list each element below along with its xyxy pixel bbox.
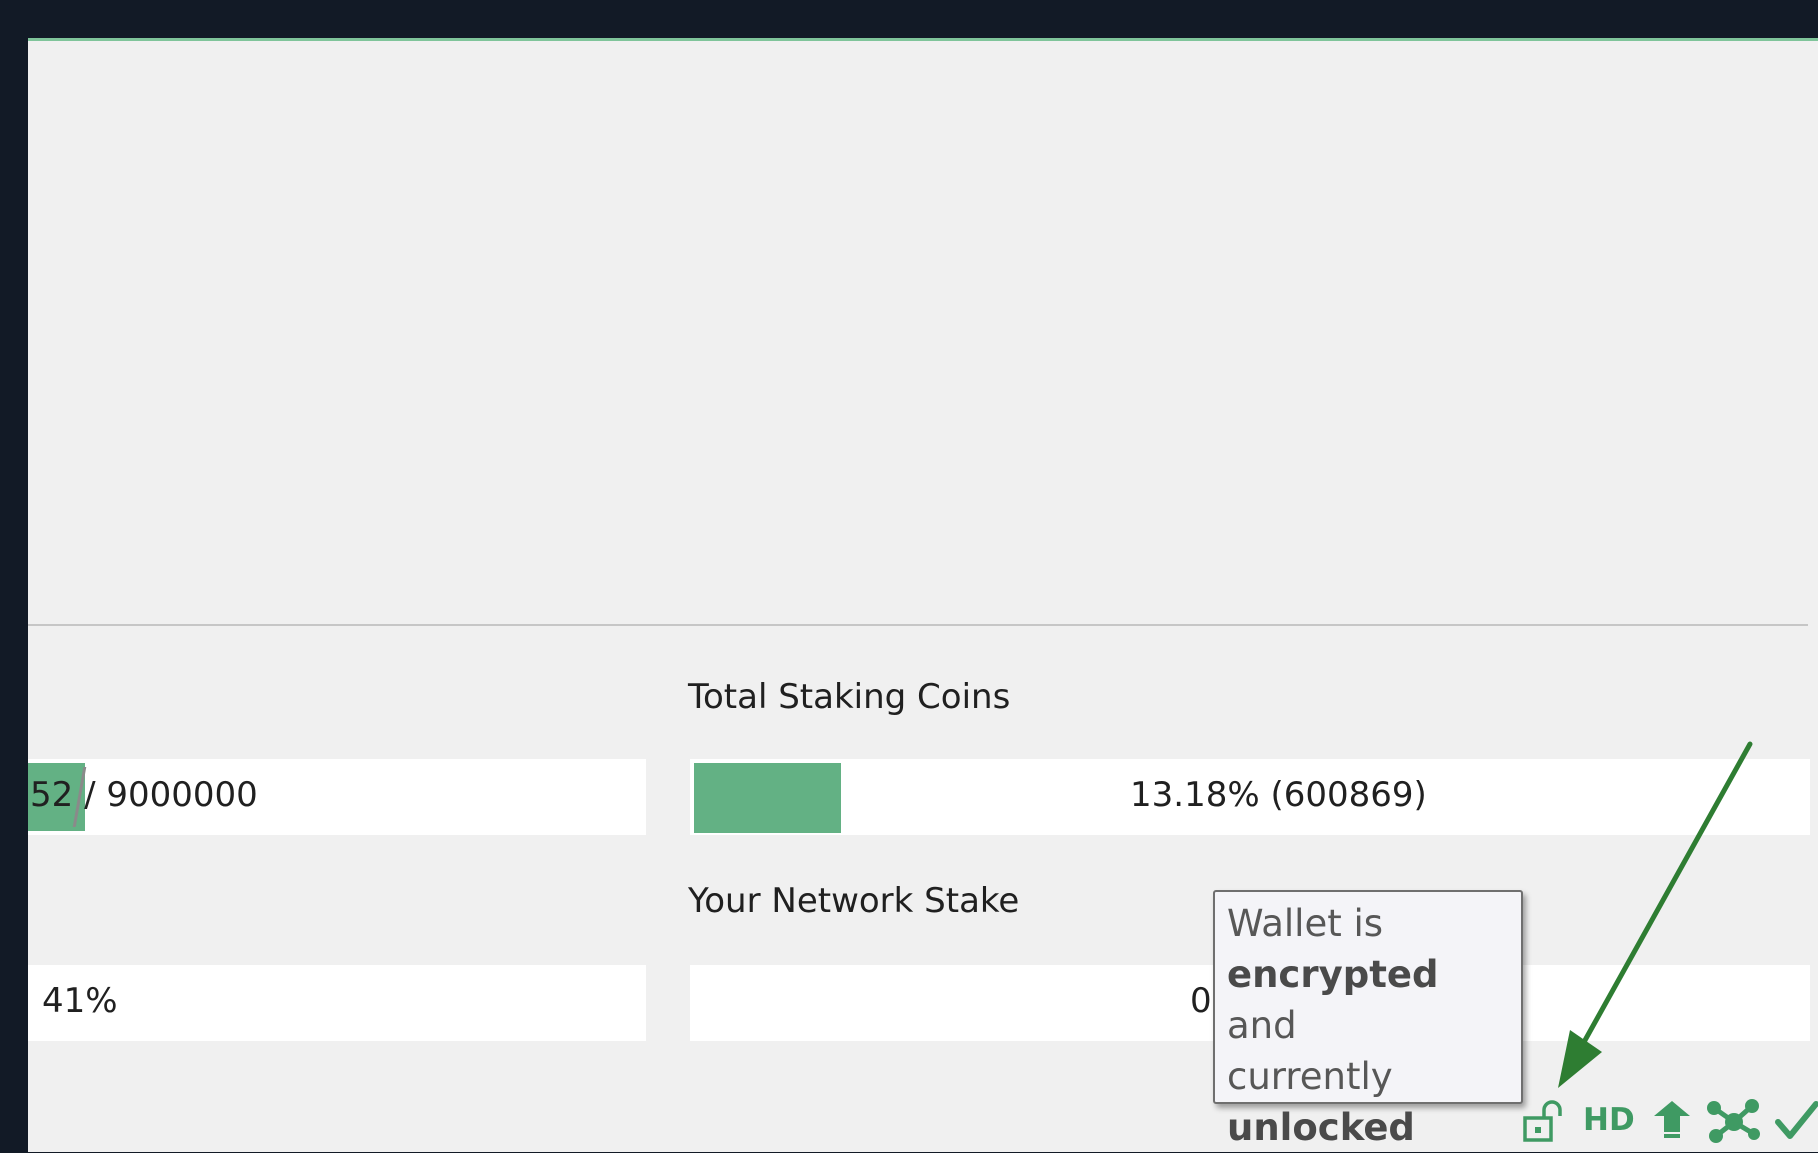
network-icon[interactable]	[1704, 1096, 1762, 1146]
total-staking-coins-label: Total Staking Coins	[688, 677, 1011, 717]
top-dark-frame	[0, 0, 1818, 40]
annotation-arrow	[1558, 741, 1753, 1088]
tooltip-line-1: Wallet is	[1227, 902, 1384, 945]
left-dark-frame	[0, 0, 28, 1152]
synced-check-icon[interactable]	[1774, 1098, 1818, 1144]
supply-progress-text: 52 / 9000000	[30, 775, 258, 815]
unlocked-padlock-icon[interactable]	[1522, 1100, 1564, 1144]
wallet-status-tooltip: Wallet is encrypted and currently unlock…	[1213, 890, 1523, 1149]
network-stake-text: 0	[1190, 981, 1212, 1021]
left-percent-text: 41%	[42, 981, 118, 1021]
tooltip-line-4: unlocked	[1227, 1102, 1509, 1153]
staking-icon[interactable]	[1650, 1098, 1694, 1142]
tooltip-line-2: encrypted and	[1227, 949, 1509, 1051]
network-stake-label: Your Network Stake	[688, 881, 1020, 921]
hd-icon[interactable]: HD	[1583, 1102, 1635, 1138]
tooltip-unlocked-bold: unlocked	[1227, 1106, 1415, 1149]
tooltip-and: and	[1227, 1004, 1297, 1047]
staking-progress-fill	[694, 763, 841, 833]
tooltip-encrypted-bold: encrypted	[1227, 953, 1439, 996]
supply-progress-field: 52 / 9000000	[28, 759, 646, 835]
staking-progress-text: 13.18% (600869)	[1130, 775, 1427, 815]
left-percent-field: 41%	[28, 965, 646, 1041]
section-divider	[28, 624, 1808, 626]
tooltip-line-3: currently	[1227, 1055, 1393, 1098]
